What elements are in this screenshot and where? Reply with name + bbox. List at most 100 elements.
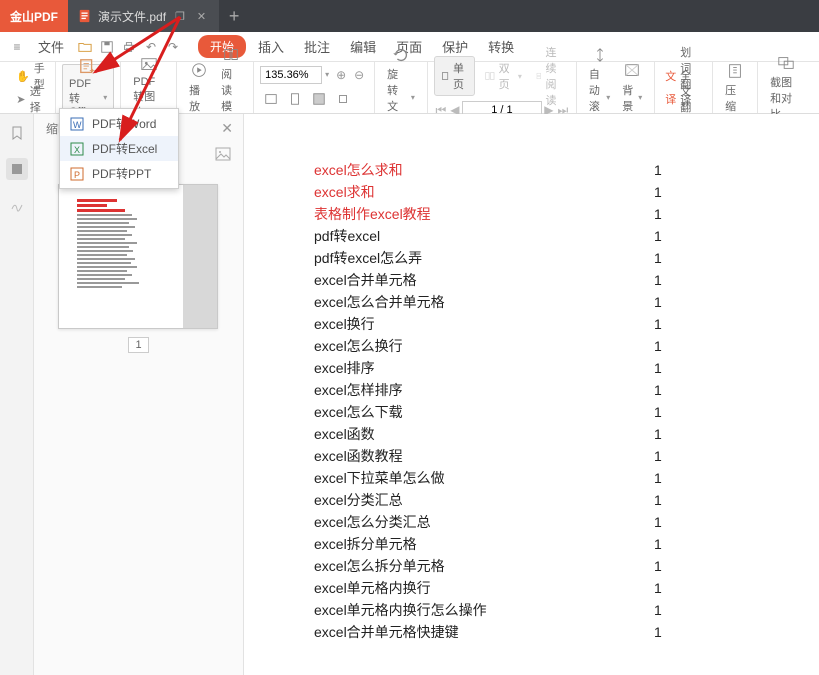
document-row: excel函数1 (314, 423, 674, 445)
dropdown-item-word[interactable]: W PDF转Word (60, 111, 178, 136)
select-tool[interactable]: ➤选择 (12, 88, 49, 110)
thumbnail-close-icon[interactable]: ✕ (221, 120, 233, 137)
compress-icon (725, 62, 745, 80)
document-row: excel求和1 (314, 181, 674, 203)
tab-label: 演示文件.pdf (98, 8, 166, 25)
actual-size-icon[interactable] (308, 88, 330, 110)
document-row: excel换行1 (314, 313, 674, 335)
document-row: excel怎么求和1 (314, 159, 674, 181)
zoom-out-icon[interactable]: ⊖ (350, 66, 368, 84)
pdf-file-icon (78, 9, 92, 23)
brand-label: 金山PDF (10, 8, 58, 25)
brand-tab[interactable]: 金山PDF (0, 0, 68, 32)
background-icon (622, 62, 642, 80)
translate-word-icon: 文 (665, 69, 676, 83)
tab-popout-icon[interactable]: ❐ (172, 10, 188, 23)
rail-signature-icon[interactable] (6, 194, 28, 216)
menu-icon[interactable]: ≡ (8, 40, 26, 54)
document-row: pdf转excel怎么弄1 (314, 247, 674, 269)
screenshot-button[interactable]: 截图和对比 (764, 64, 807, 112)
document-row: excel单元格内换行怎么操作1 (314, 599, 674, 621)
undo-icon[interactable]: ↶ (142, 40, 160, 54)
compress-button[interactable]: 压缩 (719, 64, 751, 112)
pdf-to-office-dropdown: W PDF转Word X PDF转Excel P PDF转PPT (59, 108, 179, 189)
book-icon (221, 46, 241, 64)
document-row: excel合并单元格1 (314, 269, 674, 291)
new-tab-button[interactable]: + (219, 0, 249, 32)
rotate-icon (391, 46, 411, 64)
hand-icon: ✋ (16, 69, 30, 83)
single-page-button[interactable]: 单页 (434, 56, 475, 96)
menu-annotate[interactable]: 批注 (296, 34, 338, 59)
autoscroll-button[interactable]: 自动滚动▾ (583, 64, 616, 112)
zoom-in-icon[interactable]: ⊕ (332, 66, 350, 84)
play-button[interactable]: 播放 (183, 64, 215, 112)
tab-close-icon[interactable]: ✕ (194, 10, 209, 23)
toolbar: ✋手型 ➤选择 PDF转Office▾ PDF转图片 播放 阅读模式 135.3… (0, 62, 819, 114)
thumbnail-panel: 缩略图 ✕ (34, 114, 244, 675)
dropdown-item-ppt[interactable]: P PDF转PPT (60, 161, 178, 186)
autoscroll-icon (590, 46, 610, 64)
document-row: excel单元格内换行1 (314, 577, 674, 599)
file-menu[interactable]: 文件 (30, 34, 72, 59)
thumbnail-page-number: 1 (58, 337, 219, 353)
chevron-down-icon[interactable]: ▾ (322, 70, 332, 79)
main-area: 缩略图 ✕ (0, 114, 819, 675)
rail-bookmark-icon[interactable] (6, 122, 28, 144)
screenshot-icon (776, 54, 796, 72)
full-translate-button[interactable]: 译全文翻译 (661, 88, 706, 110)
redo-icon[interactable]: ↷ (164, 40, 182, 54)
page-thumbnail[interactable] (58, 184, 218, 329)
continuous-read-button[interactable]: 连续阅读 (532, 65, 570, 87)
document-row: excel排序1 (314, 357, 674, 379)
cursor-icon: ➤ (16, 92, 26, 106)
print-icon[interactable] (120, 40, 138, 54)
thumbnail-image-icon[interactable] (215, 147, 231, 164)
zoom-value[interactable]: 135.36% (260, 66, 322, 84)
document-view[interactable]: excel怎么求和1excel求和1表格制作excel教程1pdf转excel1… (244, 114, 819, 675)
background-button[interactable]: 背景▾ (616, 64, 648, 112)
svg-text:P: P (74, 170, 80, 180)
double-page-button[interactable]: 双页▾ (481, 65, 526, 87)
svg-text:W: W (73, 120, 82, 130)
play-icon (189, 62, 209, 80)
image-icon (139, 56, 159, 74)
pdf-to-image-button[interactable]: PDF转图片 (127, 64, 170, 112)
dropdown-item-excel[interactable]: X PDF转Excel (60, 136, 178, 161)
menu-edit[interactable]: 编辑 (342, 34, 384, 59)
document-row: excel怎么换行1 (314, 335, 674, 357)
word-icon: W (70, 117, 84, 131)
document-row: excel怎么分类汇总1 (314, 511, 674, 533)
document-tab[interactable]: 演示文件.pdf ❐ ✕ (68, 0, 219, 32)
document-row: excel怎么拆分单元格1 (314, 555, 674, 577)
document-row: excel怎么合并单元格1 (314, 291, 674, 313)
chevron-down-icon: ▾ (103, 93, 107, 102)
document-row: excel函数教程1 (314, 445, 674, 467)
fit-page-icon[interactable] (284, 88, 306, 110)
svg-text:X: X (74, 145, 80, 155)
document-row: 表格制作excel教程1 (314, 203, 674, 225)
rotate-button[interactable]: 旋转文档▾ (381, 64, 421, 112)
pdf-page: excel怎么求和1excel求和1表格制作excel教程1pdf转excel1… (244, 114, 819, 675)
menu-insert[interactable]: 插入 (250, 34, 292, 59)
document-row: excel合并单元格快捷键1 (314, 621, 674, 643)
save-icon[interactable] (98, 40, 116, 54)
document-row: pdf转excel1 (314, 225, 674, 247)
read-mode-button[interactable]: 阅读模式 (215, 64, 247, 112)
open-icon[interactable] (76, 40, 94, 54)
document-row: excel怎么下载1 (314, 401, 674, 423)
rail-thumbnail-icon[interactable] (6, 158, 28, 180)
translate-full-icon: 译 (665, 92, 676, 106)
pdf-to-office-button[interactable]: PDF转Office▾ (62, 64, 114, 112)
fit-width-icon[interactable] (260, 88, 282, 110)
pdf-to-office-icon (78, 58, 98, 76)
excel-icon: X (70, 142, 84, 156)
document-row: excel怎样排序1 (314, 379, 674, 401)
fit-actual-icon[interactable] (332, 88, 354, 110)
document-row: excel拆分单元格1 (314, 533, 674, 555)
document-row: excel分类汇总1 (314, 489, 674, 511)
document-row: excel下拉菜单怎么做1 (314, 467, 674, 489)
side-rail (0, 114, 34, 675)
titlebar: 金山PDF 演示文件.pdf ❐ ✕ + (0, 0, 819, 32)
ppt-icon: P (70, 167, 84, 181)
